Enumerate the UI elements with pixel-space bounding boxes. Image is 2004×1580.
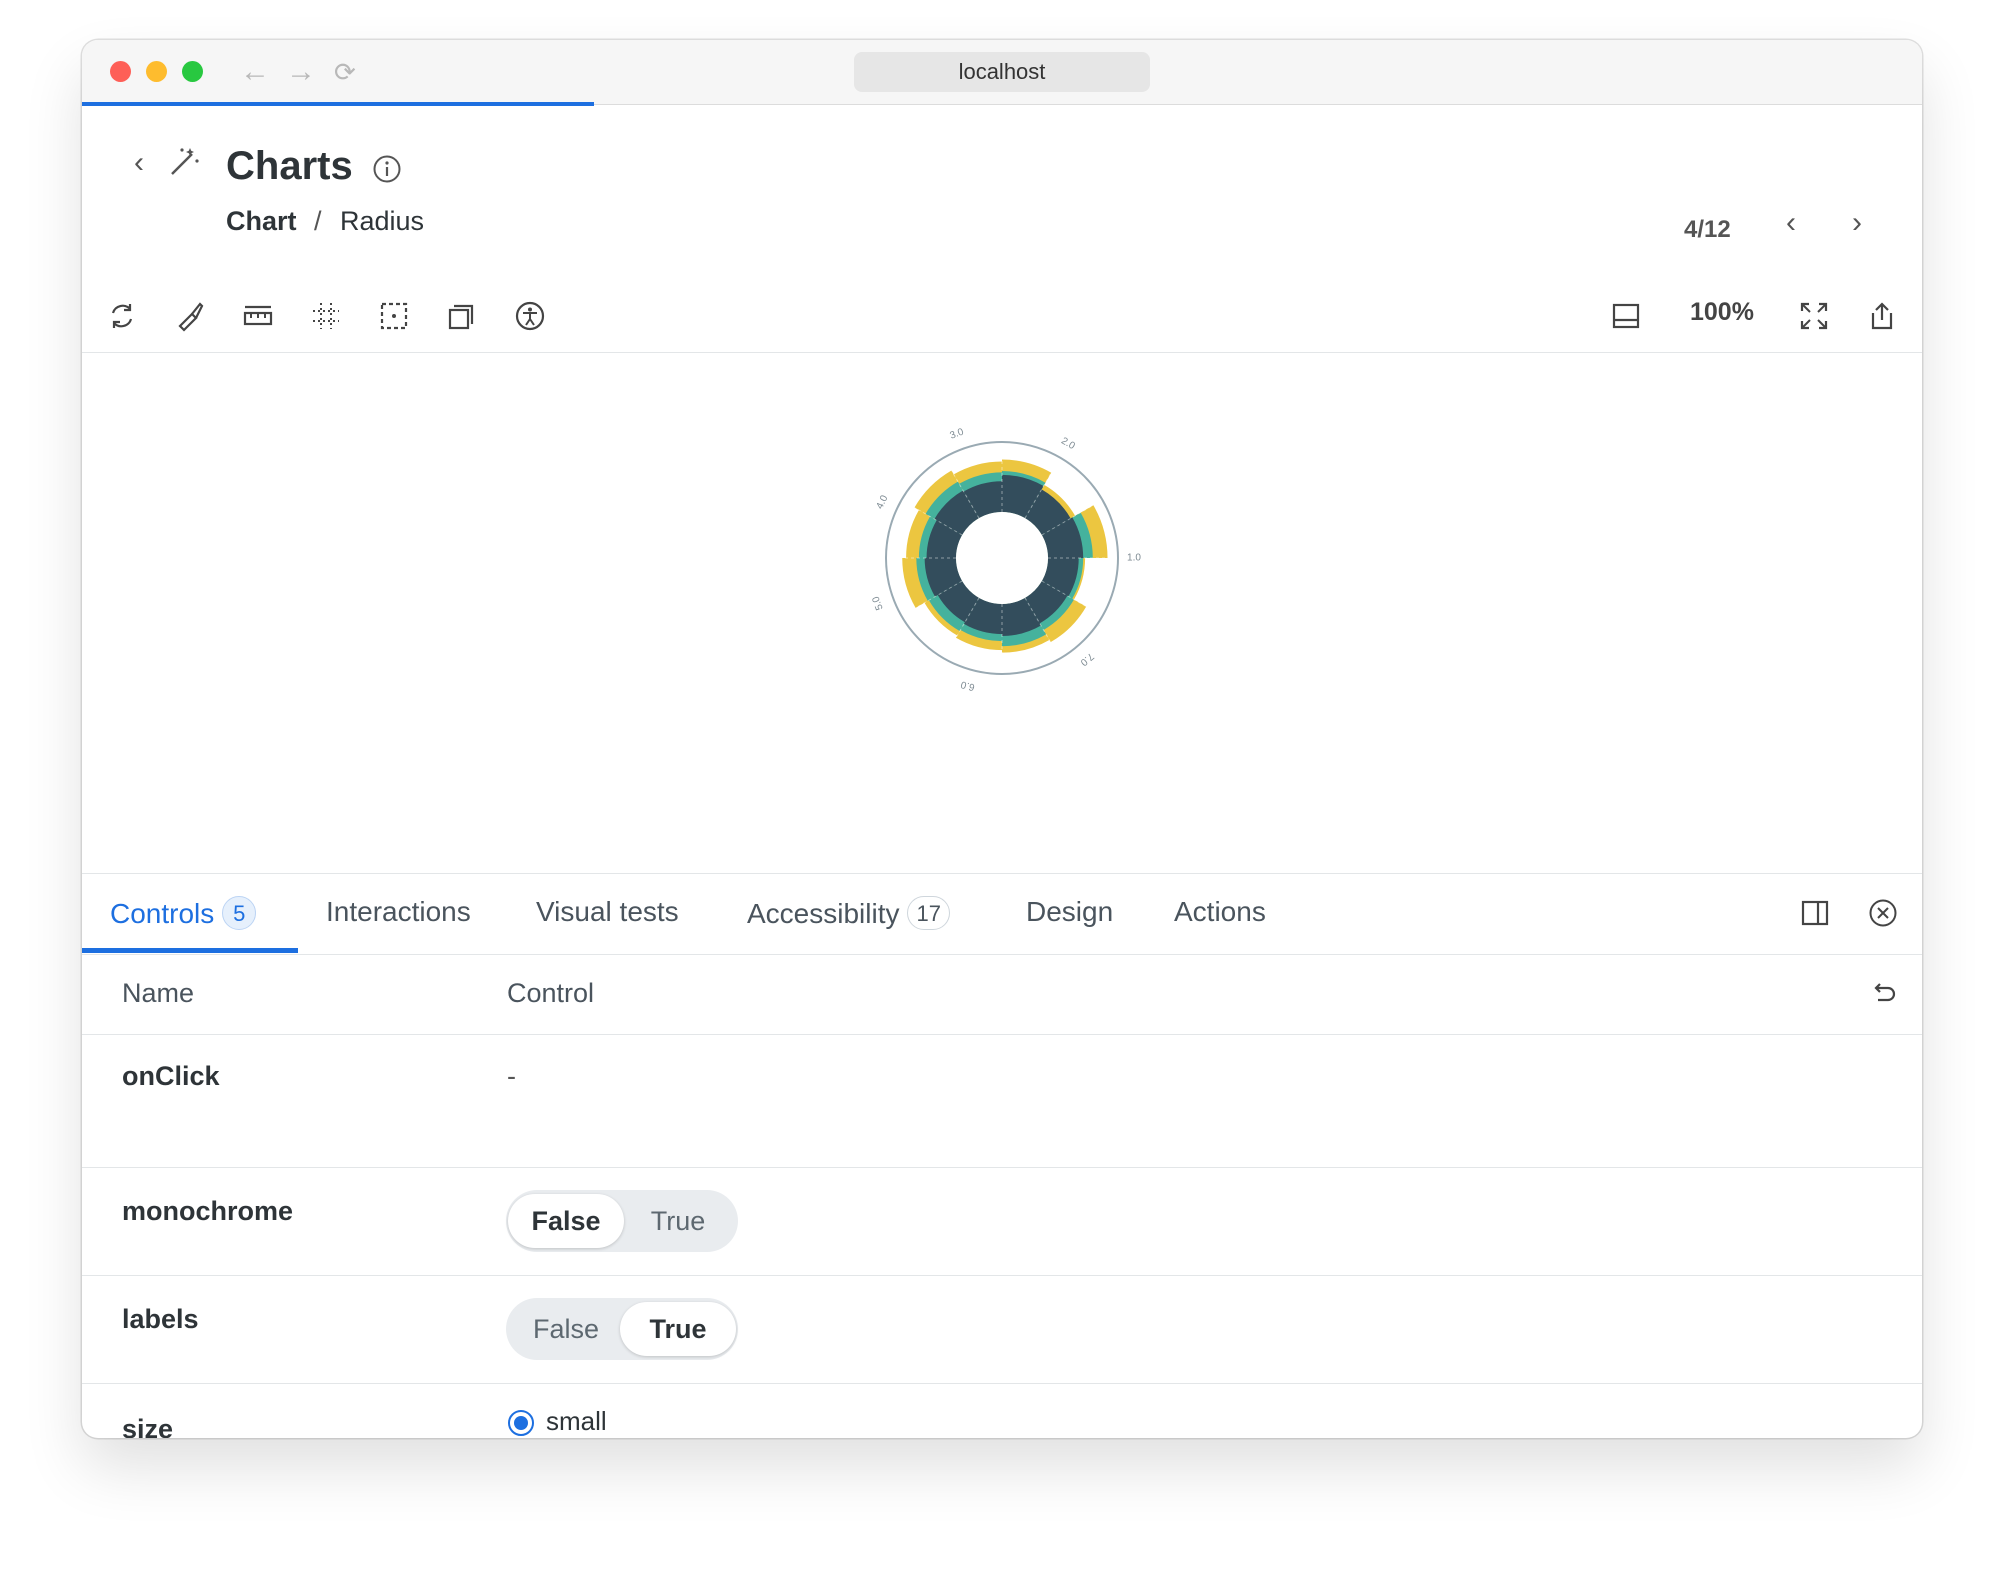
page-title: Charts — [226, 144, 353, 188]
column-control-header: Control — [507, 978, 595, 1008]
control-empty-value: - — [507, 1061, 516, 1091]
tab-visual-tests-label: Visual tests — [536, 896, 679, 927]
active-tab-indicator — [82, 948, 298, 953]
toolbar — [82, 276, 1922, 353]
tab-accessibility[interactable]: Accessibility 17 — [747, 896, 950, 930]
control-row-labels: labels False True — [82, 1276, 1922, 1384]
maximize-window-button[interactable] — [182, 61, 203, 82]
previous-story-icon[interactable]: ‹ — [1786, 206, 1796, 240]
monochrome-toggle: False True — [506, 1190, 738, 1252]
tab-interactions[interactable]: Interactions — [326, 896, 471, 928]
control-row-size: size small — [82, 1384, 1922, 1438]
close-window-button[interactable] — [110, 61, 131, 82]
tab-actions[interactable]: Actions — [1174, 896, 1266, 928]
radial-chart: 1.0 2.0 3.0 4.0 5.0 6.0 7.0 — [870, 426, 1141, 692]
breadcrumb-separator: / — [314, 206, 322, 236]
monochrome-true-option[interactable]: True — [620, 1194, 736, 1248]
info-icon[interactable] — [372, 154, 402, 184]
tab-controls-badge: 5 — [222, 896, 257, 930]
tab-design[interactable]: Design — [1026, 896, 1113, 928]
size-small-radio[interactable] — [508, 1410, 534, 1436]
breadcrumb-chart[interactable]: Chart — [226, 206, 297, 237]
reset-controls-icon[interactable] — [1870, 980, 1898, 1008]
column-name-header: Name — [122, 978, 195, 1008]
chart-tick-label: 6.0 — [959, 678, 976, 692]
panel-orientation-icon[interactable] — [1800, 898, 1830, 928]
control-row-monochrome: monochrome False True — [82, 1168, 1922, 1276]
outline-icon[interactable] — [378, 300, 410, 332]
chart-tick-label: 4.0 — [875, 493, 891, 511]
size-small-label[interactable]: small — [546, 1406, 607, 1437]
browser-window: ← → ⟳ localhost ‹ Charts Chart / Radius … — [82, 40, 1922, 1438]
back-chevron-icon[interactable]: ‹ — [134, 146, 144, 180]
address-bar[interactable]: localhost — [854, 52, 1150, 92]
chart-tick-label: 2.0 — [1059, 436, 1077, 453]
back-arrow-icon[interactable]: ← — [240, 54, 270, 90]
fullscreen-icon[interactable] — [1798, 300, 1830, 332]
story-header: ‹ Charts Chart / Radius 4/12 ‹ › — [82, 106, 1922, 243]
accessibility-icon[interactable] — [514, 300, 546, 332]
labels-false-option[interactable]: False — [508, 1302, 624, 1356]
grid-icon[interactable] — [310, 300, 342, 332]
tab-visual-tests[interactable]: Visual tests — [536, 896, 679, 928]
reload-icon[interactable] — [106, 300, 138, 332]
control-name: monochrome — [122, 1196, 294, 1226]
preview-canvas: 1.0 2.0 3.0 4.0 5.0 6.0 7.0 — [82, 353, 1922, 873]
brush-icon[interactable] — [174, 300, 206, 332]
control-name: labels — [122, 1304, 199, 1334]
chart-center-hole — [956, 512, 1048, 604]
labels-toggle: False True — [506, 1298, 738, 1360]
next-story-icon[interactable]: › — [1852, 206, 1862, 240]
control-name: onClick — [122, 1061, 220, 1091]
story-pager: 4/12 — [1684, 216, 1731, 243]
controls-table-header: Name Control — [82, 954, 1922, 1035]
panel-icon[interactable] — [1610, 300, 1642, 332]
forward-arrow-icon[interactable]: → — [286, 54, 316, 90]
minimize-window-button[interactable] — [146, 61, 167, 82]
chart-tick-label: 5.0 — [870, 594, 885, 611]
tab-accessibility-badge: 17 — [907, 896, 950, 930]
addons-tab-bar: Controls 5 Interactions Visual tests Acce… — [82, 874, 1922, 955]
tab-actions-label: Actions — [1174, 896, 1266, 927]
layers-icon[interactable] — [446, 300, 478, 332]
control-row-onclick: onClick - — [82, 1035, 1922, 1168]
tab-controls-label: Controls — [110, 898, 215, 929]
magic-wand-icon — [171, 148, 199, 175]
chart-tick-label: 7.0 — [1078, 650, 1096, 668]
zoom-level[interactable]: 100% — [1690, 298, 1754, 327]
tab-design-label: Design — [1026, 896, 1114, 927]
chart-tick-label: 1.0 — [1127, 553, 1141, 564]
title-bar: ← → ⟳ localhost — [82, 40, 1922, 106]
share-icon[interactable] — [1866, 300, 1898, 332]
labels-true-option[interactable]: True — [620, 1302, 736, 1356]
control-name: size — [122, 1414, 174, 1438]
tab-interactions-label: Interactions — [326, 896, 471, 927]
ruler-icon[interactable] — [242, 300, 274, 332]
tab-accessibility-label: Accessibility — [747, 898, 900, 929]
tab-controls[interactable]: Controls 5 — [110, 896, 257, 930]
breadcrumb-radius: Radius — [340, 206, 425, 236]
chart-tick-label: 3.0 — [948, 426, 965, 441]
monochrome-false-option[interactable]: False — [508, 1194, 624, 1248]
reload-page-icon[interactable]: ⟳ — [334, 54, 356, 90]
close-panel-icon[interactable] — [1868, 898, 1898, 928]
